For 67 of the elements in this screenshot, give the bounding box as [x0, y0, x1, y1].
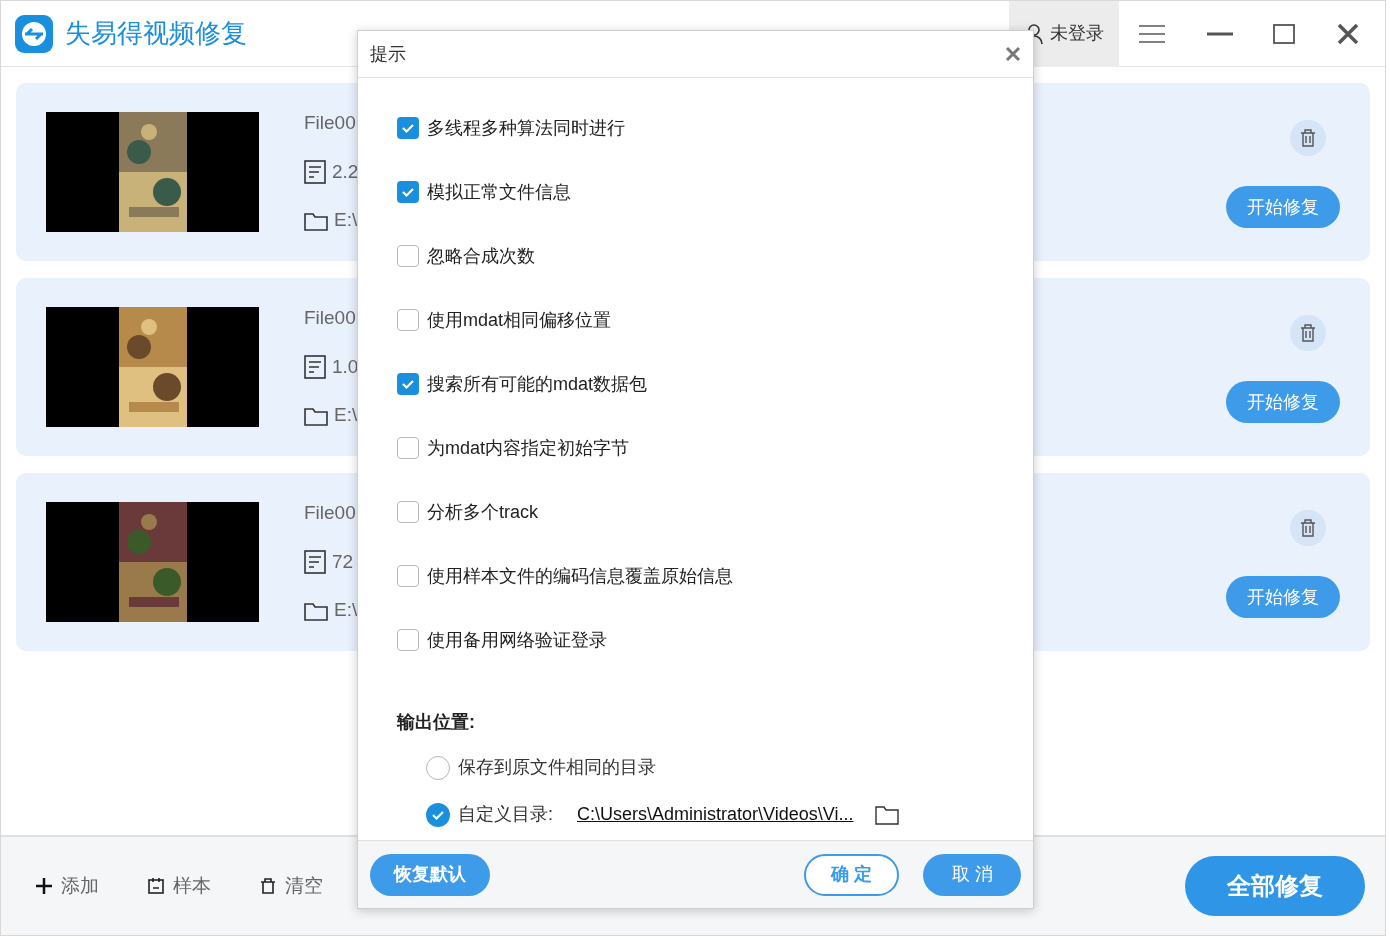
reset-button[interactable]: 恢复默认 — [370, 853, 490, 896]
trash-icon — [1300, 519, 1316, 537]
file-size: 2.2 — [332, 159, 359, 184]
option-label: 为mdat内容指定初始字节 — [427, 437, 630, 459]
document-icon — [304, 160, 326, 184]
file-name: File00 — [304, 501, 357, 526]
file-size: 72 — [332, 549, 354, 574]
checkbox[interactable] — [397, 501, 419, 523]
confirm-button[interactable]: 确 定 — [803, 853, 900, 896]
radio-button[interactable] — [426, 802, 450, 827]
folder-icon[interactable] — [875, 804, 900, 825]
file-path: E:\ — [334, 208, 358, 233]
delete-button[interactable] — [1290, 120, 1326, 156]
file-path: E:\ — [334, 403, 358, 428]
trash-icon — [259, 877, 277, 895]
checkbox[interactable] — [397, 565, 419, 587]
close-icon[interactable] — [1337, 22, 1359, 45]
toolbar-button[interactable]: 添加 — [35, 871, 99, 901]
option-label: 模拟正常文件信息 — [427, 181, 571, 203]
cancel-button[interactable]: 取 消 — [923, 853, 1021, 896]
toolbar-button[interactable]: 样本 — [147, 871, 211, 901]
maximize-icon[interactable] — [1273, 23, 1295, 44]
menu-icon[interactable] — [1139, 24, 1165, 43]
checkbox[interactable] — [397, 245, 419, 267]
folder-icon — [304, 405, 328, 426]
file-path: E:\ — [334, 598, 358, 623]
calendar-icon — [147, 877, 165, 895]
choice-label: 保存到原文件相同的目录 — [458, 756, 656, 779]
toolbar-button[interactable]: 清空 — [259, 871, 323, 901]
trash-icon — [1300, 324, 1316, 342]
trash-icon — [1300, 129, 1316, 147]
file-name: File00 — [304, 111, 357, 136]
delete-button[interactable] — [1290, 315, 1326, 351]
folder-icon — [304, 600, 328, 621]
checkbox[interactable] — [397, 437, 419, 459]
folder-icon — [304, 210, 328, 231]
file-size: 1.0 — [332, 354, 359, 379]
checkbox[interactable] — [397, 117, 419, 139]
path-link[interactable]: C:\Users\Administrator\Videos\Vi... — [577, 801, 854, 828]
repair-all-button[interactable]: 全部修复 — [1185, 856, 1365, 916]
checkbox[interactable] — [397, 629, 419, 651]
option-label: 忽略合成次数 — [427, 245, 535, 267]
radio-button[interactable] — [426, 755, 450, 780]
checkbox[interactable] — [397, 373, 419, 395]
option-label: 分析多个track — [427, 501, 538, 523]
plus-icon — [35, 877, 53, 895]
checkbox[interactable] — [397, 181, 419, 203]
option-label: 多线程多种算法同时进行 — [427, 117, 625, 139]
start-repair-button[interactable]: 开始修复 — [1226, 186, 1340, 228]
delete-button[interactable] — [1290, 510, 1326, 546]
checkbox[interactable] — [397, 309, 419, 331]
option-label: 使用mdat相同偏移位置 — [427, 309, 612, 331]
option-label: 使用备用网络验证登录 — [427, 629, 607, 651]
logo-icon — [15, 14, 53, 53]
option-label: 搜索所有可能的mdat数据包 — [427, 373, 648, 395]
start-repair-button[interactable]: 开始修复 — [1226, 576, 1340, 618]
option-label: 使用样本文件的编码信息覆盖原始信息 — [427, 565, 733, 587]
document-icon — [304, 550, 326, 574]
close-icon[interactable] — [1005, 46, 1021, 62]
dialog-title: 提示 — [370, 42, 406, 66]
document-icon — [304, 355, 326, 379]
start-repair-button[interactable]: 开始修复 — [1226, 381, 1340, 423]
choice-label: 自定义目录: — [458, 803, 553, 826]
app-title: 失易得视频修复 — [65, 17, 247, 50]
output-heading: 输出位置: — [397, 711, 476, 734]
file-name: File00 — [304, 306, 357, 331]
minimize-icon[interactable] — [1207, 31, 1233, 36]
